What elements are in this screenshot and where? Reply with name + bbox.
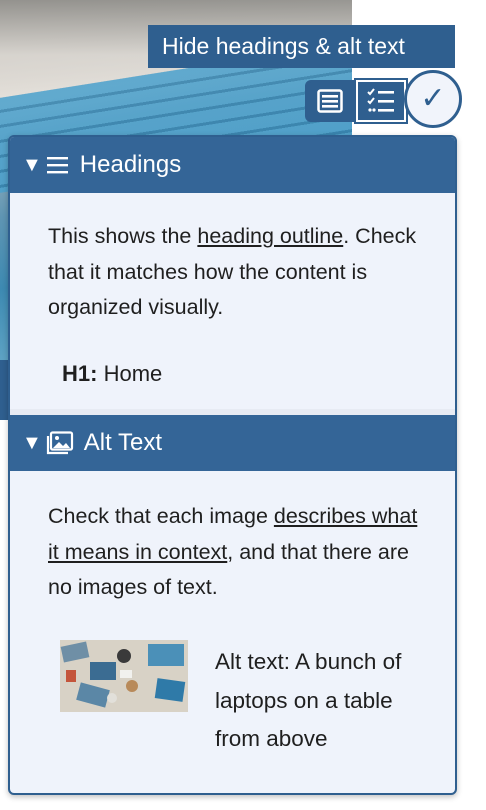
outline-view-button[interactable]	[354, 78, 408, 124]
headings-section-title: Headings	[79, 151, 182, 178]
headings-description: This shows the heading outline. Check th…	[48, 219, 428, 326]
checklist-icon	[367, 88, 394, 112]
heading-outline-item[interactable]: H1: Home	[62, 361, 162, 387]
heading-level-label: H1:	[62, 361, 98, 386]
alt-text-caption: Alt text: A bunch of laptops on a table …	[215, 649, 402, 751]
laptops-thumbnail-image[interactable]	[60, 640, 188, 712]
alt-text-section-title: Alt Text	[83, 429, 163, 456]
checks-toggle-button[interactable]: ✓	[404, 70, 462, 128]
headings-section-header[interactable]: ▼ Headings	[10, 137, 455, 193]
alt-intro-text: Check that each image	[48, 504, 274, 528]
headings-alt-text-panel: ▼ Headings This shows the heading outlin…	[8, 135, 457, 795]
hide-headings-alt-text-label[interactable]: Hide headings & alt text	[148, 25, 455, 68]
table-view-button[interactable]	[305, 80, 355, 122]
image-icon	[46, 431, 74, 455]
heading-text: Home	[103, 361, 163, 386]
table-icon	[317, 89, 343, 113]
headings-list-icon	[46, 155, 70, 175]
collapse-triangle-icon: ▼	[22, 153, 42, 176]
heading-outline-link[interactable]: heading outline	[197, 224, 343, 248]
alt-text-description: Check that each image describes what it …	[48, 499, 428, 606]
checkmark-icon: ✓	[420, 82, 446, 115]
collapse-triangle-icon: ▼	[22, 431, 42, 454]
headings-intro-text: This shows the	[48, 224, 198, 248]
alt-text-section-header[interactable]: ▼ Alt Text	[10, 415, 455, 471]
